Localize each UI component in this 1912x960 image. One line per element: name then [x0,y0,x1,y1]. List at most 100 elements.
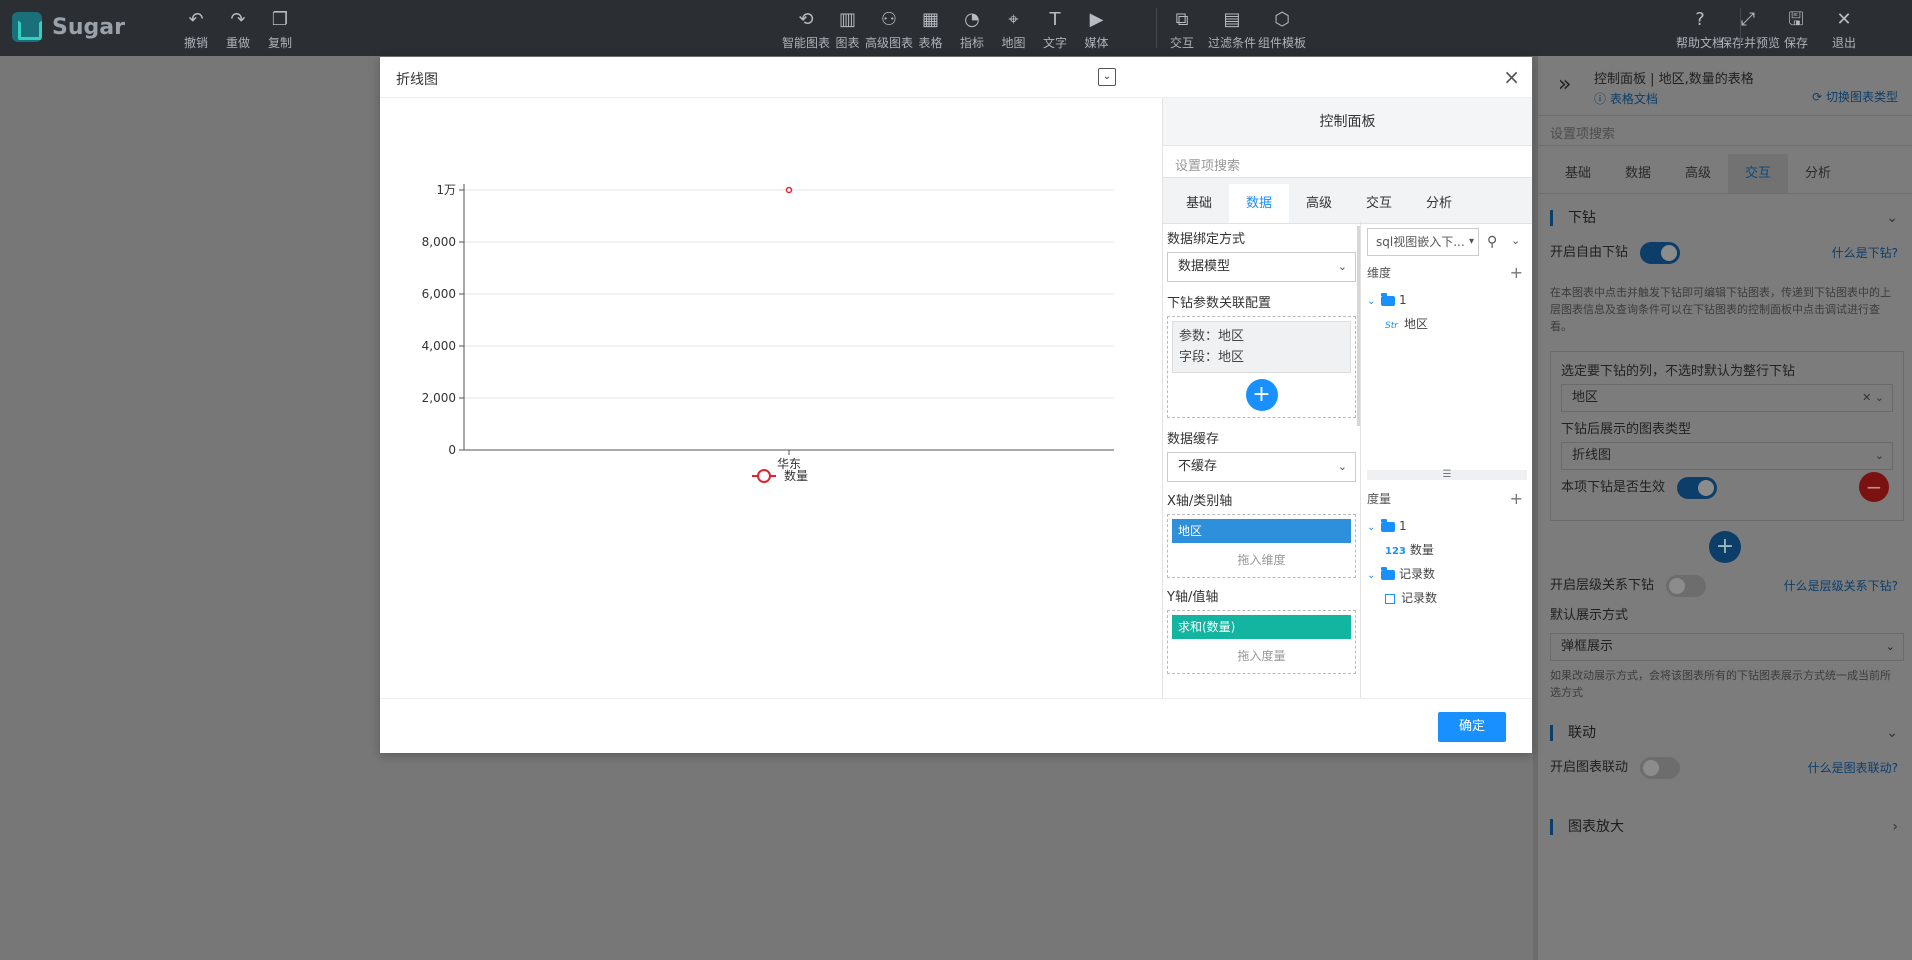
interaction-button[interactable]: ⧉ 交互 [1154,8,1210,51]
chevron-down-icon[interactable]: ⌄ [1511,234,1520,247]
measure-field[interactable]: 123 数量 [1367,538,1527,562]
chevron-down-icon: ⌄ [1886,210,1898,226]
drill-effective-toggle[interactable] [1677,476,1718,499]
dimension-header: 维度 + [1367,258,1527,288]
table-doc-link[interactable]: ⓘ 表格文档 [1594,90,1658,107]
control-tab-0[interactable]: 基础 [1169,184,1229,223]
control-tab-2[interactable]: 高级 [1289,184,1349,223]
toolbar-label: 退出 [1831,36,1856,50]
sugar-logo-icon [12,12,42,42]
chevron-down-icon: ⌄ [1337,260,1347,273]
field-list-column: sql视图嵌入下... ▾ ⚲ ⌄ 维度 + ⌄ 1 Str 地区 ☰ 度量 + ⌄… [1361,222,1533,698]
dialog-header: 折线图 ⌄ × [380,57,1532,98]
measure-header: 度量 + [1367,484,1527,514]
drill-section-header[interactable]: 下钻 ⌄ [1538,200,1912,236]
y-axis-field-pill[interactable]: 求和(数量) [1172,615,1351,639]
copy-icon: ❐ [271,9,289,30]
panel-search-input[interactable]: 设置项搜索 [1538,116,1912,146]
folder-icon [1381,292,1395,306]
free-drill-toggle[interactable] [1640,241,1681,264]
splitter-handle[interactable]: ☰ [1367,470,1527,480]
panel-tab-0[interactable]: 基础 [1548,154,1608,193]
panel-title: 控制面板 | 地区,数量的表格 [1594,72,1754,87]
drill-config-box: 选定要下钻的列，不选时默认为整行下钻 地区 ✕ ⌄ 下钻后展示的图表类型 折线图… [1550,351,1904,521]
expand-arrow-icon: ⌄ [1367,296,1376,307]
field-name: 记录数 [1401,591,1438,605]
switch-chart-type-label: 切换图表类型 [1825,90,1898,104]
number-type-icon: 123 [1385,546,1406,557]
what-is-linkage-link[interactable]: 什么是图表联动? [1808,751,1898,785]
record-count-icon [1385,593,1395,604]
drill-chart-dialog: 折线图 ⌄ × 0 2,000 4,000 6,000 8,000 1万 华东 数量 控制面板… [380,57,1532,753]
what-is-hierarchy-link[interactable]: 什么是层级关系下钻? [1784,569,1898,603]
panel-tab-1[interactable]: 数据 [1608,154,1668,193]
add-measure-icon[interactable]: + [1510,484,1523,514]
chevron-down-icon[interactable]: ⌄ [1098,68,1116,86]
bind-mode-select[interactable]: 数据模型 ⌄ [1167,252,1356,282]
display-mode-label: 默认展示方式 [1550,608,1629,623]
record-field[interactable]: 记录数 [1367,586,1527,610]
control-tab-1[interactable]: 数据 [1229,184,1289,223]
control-tab-4[interactable]: 分析 [1409,184,1469,223]
x-axis-label: X轴/类别轴 [1167,494,1233,509]
linkage-toggle[interactable] [1640,756,1681,779]
bind-mode-label: 数据绑定方式 [1167,232,1246,247]
panel-tab-2[interactable]: 高级 [1668,154,1728,193]
measure-folder[interactable]: ⌄ 1 [1367,514,1527,538]
control-tab-3[interactable]: 交互 [1349,184,1409,223]
template-button[interactable]: ⬡ 组件模板 [1254,8,1310,51]
filter-icon: ▤ [1223,9,1241,30]
settings-panel: » 控制面板 | 地区,数量的表格 ⓘ 表格文档 ⟳ 切换图表类型 设置项搜索 … [1538,56,1912,960]
close-icon[interactable]: × [1503,65,1520,89]
hierarchy-drill-toggle[interactable] [1666,574,1707,597]
remove-drill-button[interactable]: − [1859,472,1889,502]
folder-icon [1381,566,1395,580]
cache-value: 不缓存 [1178,459,1218,474]
scrollbar[interactable] [1357,226,1360,426]
linkage-section-header[interactable]: 联动 ⌄ [1538,715,1912,751]
bind-mode-value: 数据模型 [1178,259,1231,274]
hierarchy-drill-label: 开启层级关系下钻 [1550,578,1655,593]
display-mode-select[interactable]: 弹框展示 ⌄ [1550,633,1904,661]
what-is-drill-link[interactable]: 什么是下钻? [1832,236,1898,270]
control-tabs: 基础 数据 高级 交互 分析 [1163,178,1532,224]
y-tick-label: 6,000 [422,287,456,301]
drill-column-select[interactable]: 地区 ✕ ⌄ [1561,384,1893,412]
line-chart: 0 2,000 4,000 6,000 8,000 1万 华东 数量 [380,98,1162,698]
legend-label: 数量 [784,468,808,483]
record-folder[interactable]: ⌄ 记录数 [1367,562,1527,586]
chevron-down-icon: ⌄ [1337,460,1347,473]
filter-button[interactable]: ▤ 过滤条件 [1204,8,1260,51]
panel-tab-3[interactable]: 交互 [1728,154,1788,193]
drill-column-label: 选定要下钻的列，不选时默认为整行下钻 [1561,364,1796,379]
dimension-label: 维度 [1367,266,1392,280]
app-logo[interactable]: Sugar [12,12,125,42]
toolbar-label: 过滤条件 [1207,36,1256,50]
add-drill-button[interactable]: + [1709,531,1741,563]
confirm-button[interactable]: 确定 [1438,712,1506,742]
datasource-select[interactable]: sql视图嵌入下... ▾ [1367,228,1479,256]
search-icon[interactable]: ⚲ [1487,234,1497,250]
cache-select[interactable]: 不缓存 ⌄ [1167,452,1356,482]
copy-button[interactable]: ❐ 复制 [252,8,308,51]
add-param-button[interactable]: + [1245,379,1278,411]
zoom-section-header[interactable]: 图表放大 › [1538,809,1912,845]
toolbar-label: 媒体 [1084,36,1109,50]
exit-button[interactable]: ✕ 退出 [1816,8,1872,51]
panel-tab-4[interactable]: 分析 [1788,154,1848,193]
chart-svg: 02,0004,0006,0008,0001万华东数量 [422,183,1114,483]
drill-param-item[interactable]: 参数：地区 字段：地区 [1172,321,1351,373]
control-search-input[interactable]: 设置项搜索 [1163,148,1532,178]
media-button[interactable]: ▶ 媒体 [1069,8,1125,51]
add-dimension-icon[interactable]: + [1510,258,1523,288]
drill-chart-type-select[interactable]: 折线图 ⌄ [1561,442,1893,470]
dimension-field[interactable]: Str 地区 [1367,312,1527,336]
x-axis-field-pill[interactable]: 地区 [1172,519,1351,543]
switch-chart-type-link[interactable]: ⟳ 切换图表类型 [1812,88,1898,105]
media-icon: ▶ [1089,9,1104,30]
x-axis-dropzone[interactable]: 地区 拖入维度 [1167,514,1356,578]
y-axis-dropzone[interactable]: 求和(数量) 拖入度量 [1167,610,1356,674]
collapse-panel-icon[interactable]: » [1558,72,1571,97]
interaction-icon: ⧉ [1175,9,1189,30]
dimension-folder[interactable]: ⌄ 1 [1367,288,1527,312]
